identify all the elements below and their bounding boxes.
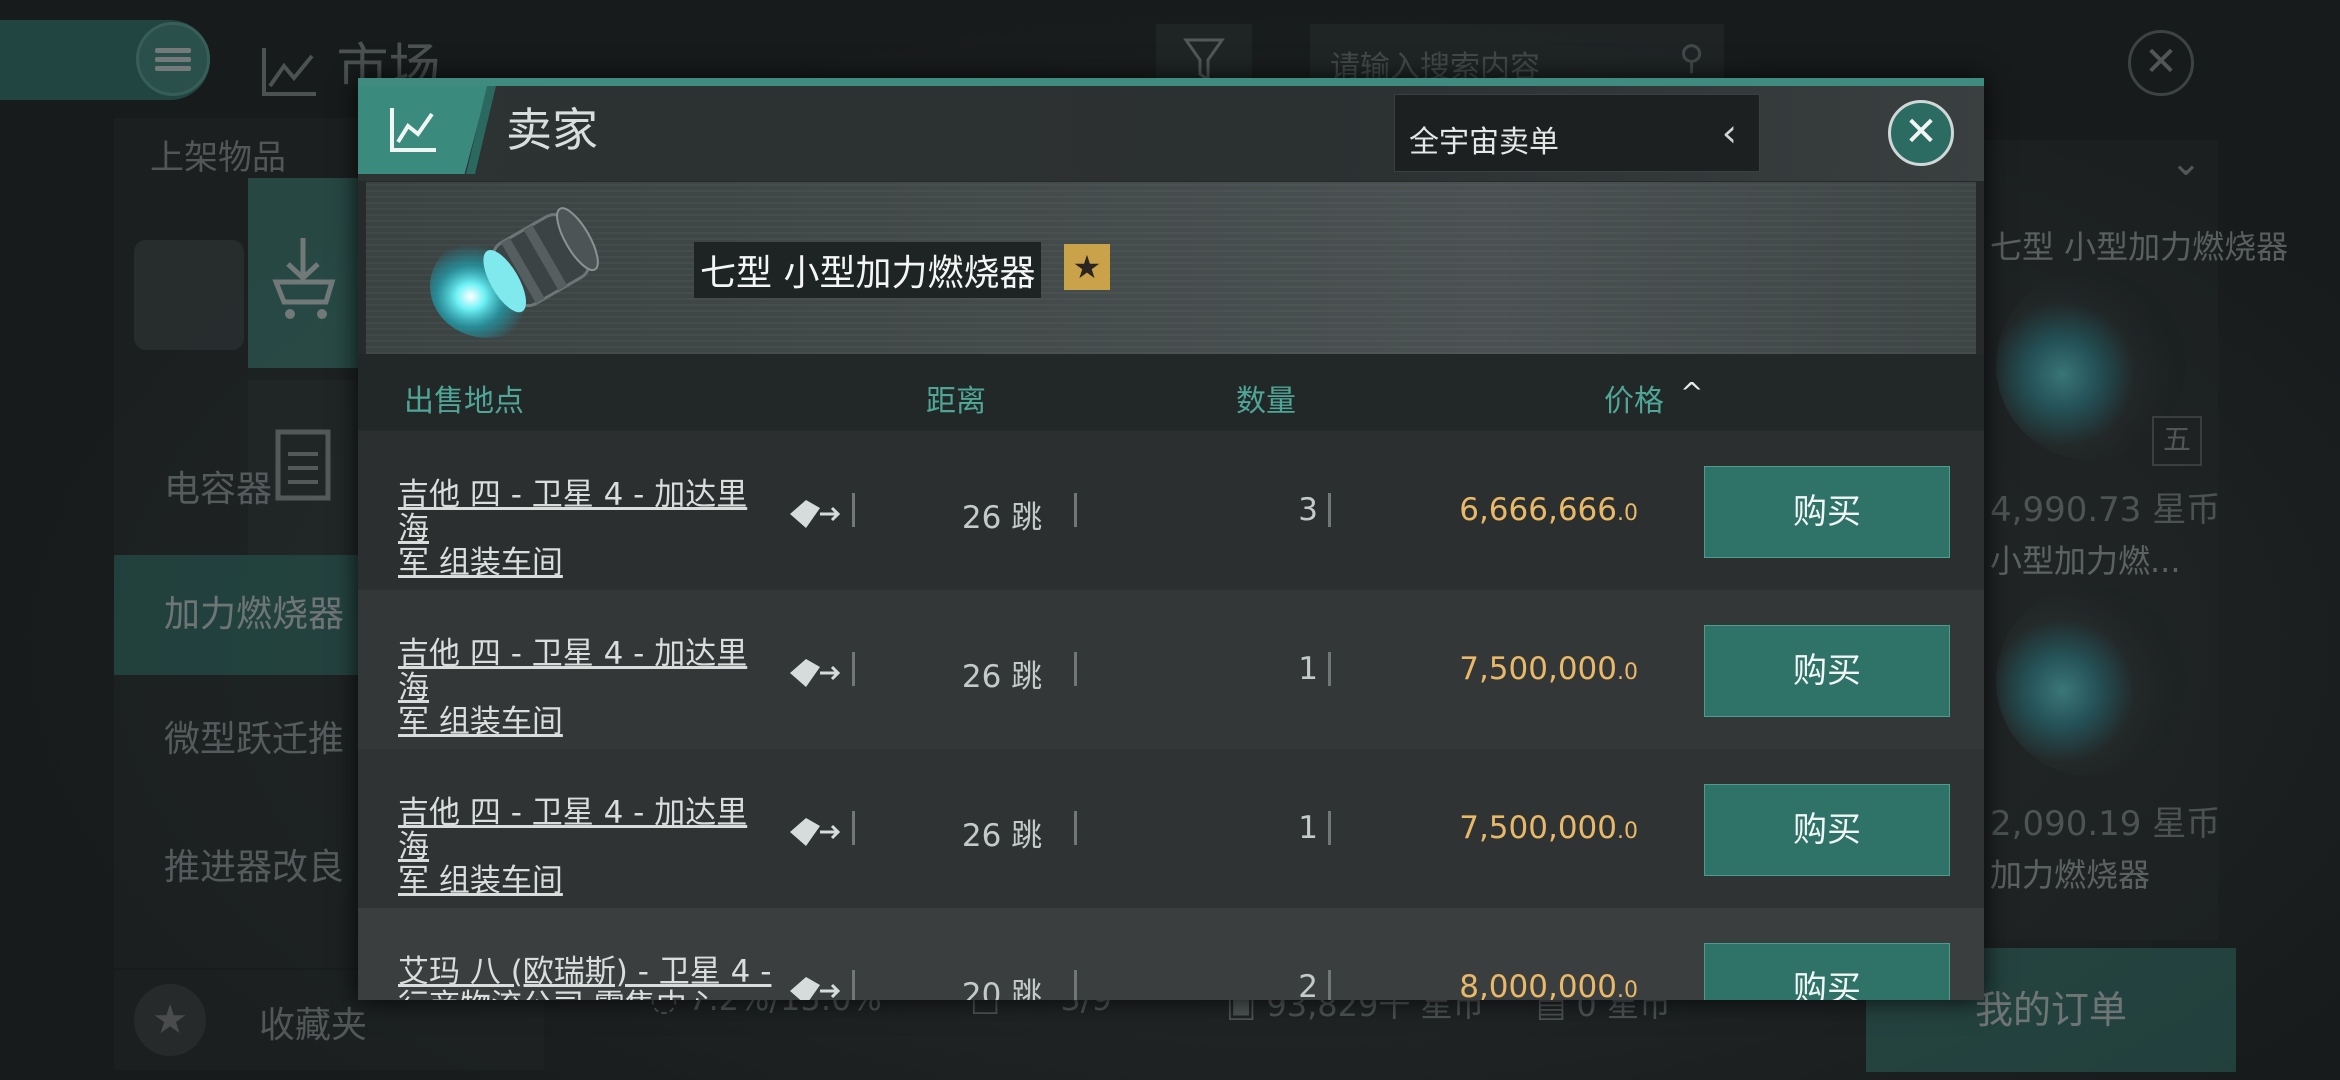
item-thumbnail xyxy=(134,240,244,350)
grid-item-name: 七型 小型加力燃烧器 xyxy=(1990,228,2289,266)
divider xyxy=(852,652,855,686)
buy-button[interactable]: 购买 xyxy=(1704,943,1950,1000)
category-item[interactable]: 微型跃迁推 xyxy=(114,680,380,800)
ship-route-icon[interactable] xyxy=(786,971,842,1000)
buy-button[interactable]: 购买 xyxy=(1704,784,1950,876)
column-header-distance[interactable]: 距离 xyxy=(926,376,986,420)
jumps-value: 20 跳 xyxy=(961,977,1043,1000)
column-header-quantity[interactable]: 数量 xyxy=(1236,376,1296,420)
price-value: 7,500,000.0 xyxy=(1459,810,1638,846)
divider xyxy=(852,811,855,845)
sellers-dialog: 卖家 全宇宙卖单 ‹ ✕ 七型 小型加力燃烧器 ★ 出售地点 距离 数量 价格 … xyxy=(358,78,1984,1000)
favorite-star-icon[interactable]: ★ xyxy=(1064,244,1110,290)
tier-badge: 五 xyxy=(2152,416,2202,466)
favorites-label: 收藏夹 xyxy=(259,1005,368,1046)
item-banner xyxy=(366,182,1976,354)
jumps-value: 26 跳 xyxy=(961,500,1043,536)
divider xyxy=(1328,652,1331,686)
divider xyxy=(1074,652,1077,686)
dialog-top-accent xyxy=(358,78,1984,86)
location-link[interactable]: 吉他 四 - 卫星 4 - 加达里海军 组装车间 xyxy=(398,478,778,580)
sell-cart-button[interactable] xyxy=(248,178,358,368)
afterburner-item-image xyxy=(430,207,599,338)
hamburger-icon xyxy=(155,44,191,75)
location-link[interactable]: 吉他 四 - 卫星 4 - 加达里海军 组装车间 xyxy=(398,796,778,898)
price-value: 8,000,000.0 xyxy=(1459,969,1638,1000)
divider xyxy=(1328,811,1331,845)
cart-download-icon xyxy=(272,238,336,319)
quantity-value: 3 xyxy=(1298,492,1318,528)
menu-button[interactable] xyxy=(136,22,210,96)
ship-route-icon[interactable] xyxy=(786,653,842,693)
quantity-value: 1 xyxy=(1298,810,1318,846)
chevron-down-icon[interactable]: ⌄ xyxy=(2170,140,2202,184)
category-item[interactable]: 电容器 xyxy=(114,430,380,550)
grid-item-subname: 小型加力燃... xyxy=(1990,542,2181,580)
location-link[interactable]: 艾玛 八 (欧瑞斯) - 卫星 4 -行商物流公司 零售中心 xyxy=(398,955,798,1000)
quantity-value: 1 xyxy=(1298,651,1318,687)
divider xyxy=(1074,493,1077,527)
star-icon: ★ xyxy=(134,984,206,1056)
column-header-location[interactable]: 出售地点 xyxy=(404,376,524,420)
item-name: 七型 小型加力燃烧器 xyxy=(694,242,1042,298)
column-header-price[interactable]: 价格 xyxy=(1604,376,1664,420)
grid-item-price: 4,990.73 星币 xyxy=(1990,490,2221,530)
jumps-value: 26 跳 xyxy=(961,818,1043,854)
price-value: 6,666,666.0 xyxy=(1459,492,1638,528)
quantity-value: 2 xyxy=(1298,969,1318,1000)
chart-icon xyxy=(390,108,436,152)
chevron-left-icon: ‹ xyxy=(1721,111,1737,155)
buy-button[interactable]: 购买 xyxy=(1704,466,1950,558)
dialog-close-button[interactable]: ✕ xyxy=(1888,100,1954,166)
search-icon[interactable]: ⚲ xyxy=(1679,38,1704,78)
order-scope-select[interactable]: 全宇宙卖单 ‹ xyxy=(1394,94,1760,172)
divider xyxy=(1328,493,1331,527)
chart-icon xyxy=(262,48,316,96)
order-scope-value: 全宇宙卖单 xyxy=(1409,125,1559,160)
table-header xyxy=(358,354,1984,430)
ship-route-icon[interactable] xyxy=(786,494,842,534)
location-link[interactable]: 吉他 四 - 卫星 4 - 加达里海军 组装车间 xyxy=(398,637,778,739)
grid-item-image[interactable] xyxy=(1996,586,2186,776)
price-value: 7,500,000.0 xyxy=(1459,651,1638,687)
divider xyxy=(1074,811,1077,845)
grid-item-price: 2,090.19 星币 xyxy=(1990,804,2221,844)
ship-route-icon[interactable] xyxy=(786,812,842,852)
divider xyxy=(1074,970,1077,1000)
divider xyxy=(1328,970,1331,1000)
sort-ascending-icon[interactable]: ^ xyxy=(1680,376,1703,409)
jumps-value: 26 跳 xyxy=(961,659,1043,695)
category-item-selected[interactable]: 加力燃烧器 xyxy=(114,555,380,675)
market-close-button[interactable]: ✕ xyxy=(2128,30,2194,96)
dialog-title: 卖家 xyxy=(506,103,598,157)
divider xyxy=(852,970,855,1000)
divider xyxy=(852,493,855,527)
category-item[interactable]: 推进器改良 xyxy=(114,808,380,928)
buy-button[interactable]: 购买 xyxy=(1704,625,1950,717)
grid-item-name: 加力燃烧器 xyxy=(1990,856,2151,894)
